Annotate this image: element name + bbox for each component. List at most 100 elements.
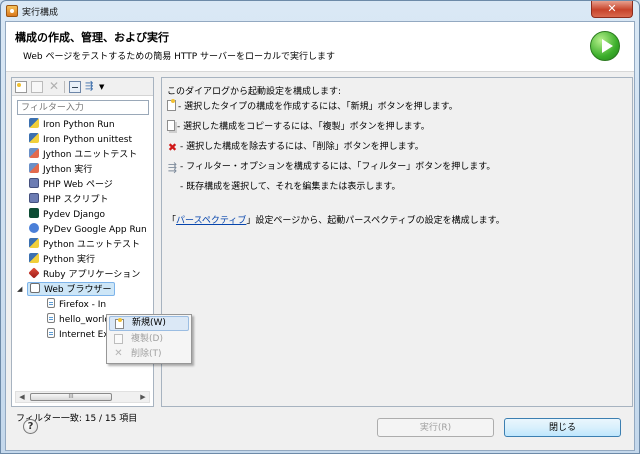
menu-item-label: 複製(D) <box>131 334 163 344</box>
tree-item-php-web-page[interactable]: PHP Web ページ <box>29 178 113 192</box>
filter-input[interactable] <box>17 100 149 115</box>
instruction-filter: ⇶ - フィルター・オプションを構成するには、「フィルター」ボタンを押します。 <box>167 160 495 174</box>
filter-dropdown-icon[interactable]: ▼ <box>99 81 111 93</box>
instruction-edit: - 既存構成を選択して、それを編集または表示します。 <box>180 182 401 192</box>
duplicate-config-icon <box>167 120 175 131</box>
tree-item-web-browser[interactable]: Web ブラウザー <box>27 282 116 296</box>
title-bar[interactable]: 実行構成 ✕ <box>1 1 639 21</box>
instruction-text: - 選択した構成を除去するには、「削除」ボタンを押します。 <box>180 142 424 152</box>
tree-item-label: Firefox - In <box>59 300 107 310</box>
tree-item-python-unittest[interactable]: Python ユニットテスト <box>29 238 140 252</box>
context-menu: 新規(W) 複製(D) ✕ 削除(T) <box>106 314 192 364</box>
horizontal-scrollbar[interactable]: ◀ III ▶ <box>15 391 150 403</box>
tree-item-label: hello_world <box>59 315 111 325</box>
jython-icon <box>29 148 39 158</box>
close-button[interactable]: 閉じる <box>504 418 621 437</box>
delete-config-icon[interactable]: ✕ <box>48 80 60 93</box>
instruction-text: - フィルター・オプションを構成するには、「フィルター」ボタンを押します。 <box>180 162 496 172</box>
duplicate-config-icon <box>114 334 123 344</box>
description-panel: このダイアログから起動設定を構成します: - 選択したタイプの構成を作成するには… <box>161 77 633 407</box>
header-panel: 構成の作成、管理、および実行 Web ページをテストするための簡易 HTTP サ… <box>6 22 634 72</box>
tree-item-php-script[interactable]: PHP スクリプト <box>29 193 108 207</box>
python-icon <box>29 133 39 143</box>
web-browser-icon <box>30 283 40 293</box>
link-suffix: 」設定ページから、起動パースペクティブの設定を構成します。 <box>246 216 505 226</box>
filter-icon[interactable]: ⇶ <box>85 81 97 93</box>
tree-item-label: PHP Web ページ <box>43 180 113 190</box>
scroll-thumb[interactable]: III <box>30 393 112 401</box>
instruction-text: - 選択したタイプの構成を作成するには、「新規」ボタンを押します。 <box>178 102 458 112</box>
help-button[interactable]: ? <box>23 419 38 434</box>
header-title: 構成の作成、管理、および実行 <box>15 31 169 44</box>
tree-item-label: Python ユニットテスト <box>43 240 141 250</box>
link-prefix: 「 <box>167 216 177 226</box>
dialog-client: 構成の作成、管理、および実行 Web ページをテストするための簡易 HTTP サ… <box>5 21 635 451</box>
google-app-icon <box>29 223 39 233</box>
tree-item-label: Python 実行 <box>43 255 96 265</box>
instruction-new: - 選択したタイプの構成を作成するには、「新規」ボタンを押します。 <box>167 99 458 114</box>
tree-item-label: Ruby アプリケーション <box>43 270 141 280</box>
tree-item-label: Jython 実行 <box>43 165 93 175</box>
window-title: 実行構成 <box>22 8 59 18</box>
app-icon <box>6 5 18 17</box>
tree-item-label: Jython ユニットテスト <box>43 150 138 160</box>
delete-config-icon: ✕ <box>114 348 123 359</box>
tree-item-label: Web ブラウザー <box>44 285 112 295</box>
dialog-window: 実行構成 ✕ 構成の作成、管理、および実行 Web ページをテストするための簡易… <box>0 0 640 454</box>
tree-item-label: Iron Python unittest <box>43 135 133 145</box>
tree-item-pydev-google-app-run[interactable]: PyDev Google App Run <box>29 223 147 237</box>
menu-item-duplicate[interactable]: 複製(D) <box>109 332 189 347</box>
menu-item-new[interactable]: 新規(W) <box>109 316 189 331</box>
php-icon <box>29 193 39 203</box>
menu-item-label: 新規(W) <box>132 318 166 328</box>
tree-item-label: PHP スクリプト <box>43 195 109 205</box>
django-icon <box>29 208 39 218</box>
expand-collapse-icon[interactable]: ◢ <box>17 285 22 293</box>
intro-text: このダイアログから起動設定を構成します: <box>167 87 342 97</box>
tree-item-jython-run[interactable]: Jython 実行 <box>29 163 92 177</box>
tree-item-firefox[interactable]: Firefox - In <box>47 298 106 312</box>
tree-item-python-run[interactable]: Python 実行 <box>29 253 95 267</box>
perspective-link[interactable]: パースペクティブ <box>176 216 246 226</box>
python-icon <box>29 118 39 128</box>
collapse-all-icon[interactable] <box>69 81 81 93</box>
tree-item-iron-python-unittest[interactable]: Iron Python unittest <box>29 133 132 147</box>
document-icon <box>47 313 55 323</box>
menu-item-delete[interactable]: ✕ 削除(T) <box>109 347 189 362</box>
tree-item-label: Pydev Django <box>43 210 106 220</box>
tree-toolbar: ✕ ⇶ ▼ <box>12 78 153 96</box>
scroll-left-icon[interactable]: ◀ <box>16 392 28 402</box>
document-icon <box>47 298 55 308</box>
scroll-right-icon[interactable]: ▶ <box>137 392 149 402</box>
menu-item-label: 削除(T) <box>131 349 162 359</box>
new-config-icon <box>115 318 124 329</box>
tree-item-ruby-application[interactable]: Ruby アプリケーション <box>28 267 141 282</box>
run-banner-icon <box>590 31 620 61</box>
instruction-duplicate: - 選択した構成をコピーするには、「複製」ボタンを押します。 <box>167 120 430 134</box>
ruby-icon <box>28 267 40 279</box>
jython-icon <box>29 163 39 173</box>
header-description: Web ページをテストするための簡易 HTTP サーバーをローカルで実行します <box>23 52 335 62</box>
tree-item-hello-world[interactable]: hello_world <box>47 313 110 327</box>
new-config-icon[interactable] <box>15 81 27 93</box>
duplicate-config-icon[interactable] <box>31 81 43 93</box>
tree-item-label: Internet Ex <box>59 330 109 340</box>
python-icon <box>29 253 39 263</box>
perspective-link-line: 「パースペクティブ」設定ページから、起動パースペクティブの設定を構成します。 <box>167 214 505 228</box>
instruction-text: - 選択した構成をコピーするには、「複製」ボタンを押します。 <box>177 122 430 132</box>
tree-item-label: PyDev Google App Run <box>43 225 147 235</box>
new-config-icon <box>167 99 176 111</box>
filter-icon: ⇶ <box>167 161 178 174</box>
tree-item-jython-unittest[interactable]: Jython ユニットテスト <box>29 148 137 162</box>
python-icon <box>29 238 39 248</box>
toolbar-separator <box>64 81 65 93</box>
run-button[interactable]: 実行(R) <box>377 418 494 437</box>
delete-config-icon: ✖ <box>167 141 178 154</box>
php-icon <box>29 178 39 188</box>
tree-item-label: Iron Python Run <box>43 120 115 130</box>
tree-item-pydev-django[interactable]: Pydev Django <box>29 208 105 222</box>
tree-item-iron-python-run[interactable]: Iron Python Run <box>29 118 115 132</box>
document-icon <box>47 328 55 338</box>
tree-item-internet-explorer[interactable]: Internet Ex <box>47 328 109 342</box>
window-close-button[interactable]: ✕ <box>591 1 633 18</box>
